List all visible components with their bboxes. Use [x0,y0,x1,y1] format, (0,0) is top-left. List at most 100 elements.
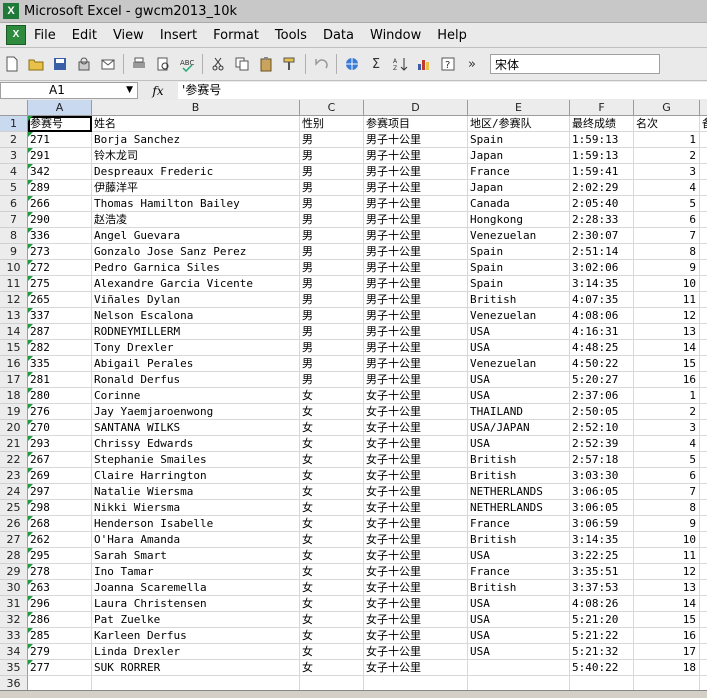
cell[interactable]: 男 [300,244,364,260]
menu-data[interactable]: Data [315,28,362,43]
cell[interactable]: USA [468,372,570,388]
cell[interactable]: 289 [28,180,92,196]
save-icon[interactable] [50,54,70,74]
cell[interactable]: 2:05:40 [570,196,634,212]
cell[interactable]: 8 [634,500,700,516]
row-header[interactable]: 29 [0,564,28,580]
cell[interactable] [700,292,707,308]
cell[interactable]: 男 [300,292,364,308]
cell[interactable]: 女 [300,612,364,628]
menu-view[interactable]: View [105,28,152,43]
cell[interactable]: USA [468,436,570,452]
cell[interactable]: 270 [28,420,92,436]
open-folder-icon[interactable] [26,54,46,74]
cell[interactable]: 287 [28,324,92,340]
cell[interactable] [700,612,707,628]
cell[interactable]: SANTANA WILKS [92,420,300,436]
cell[interactable]: 男子十公里 [364,132,468,148]
cell[interactable]: 女 [300,484,364,500]
cell[interactable]: 女子十公里 [364,516,468,532]
cell[interactable]: 15 [634,356,700,372]
cell[interactable]: 12 [634,308,700,324]
toolbar-overflow-button[interactable]: » [462,54,482,74]
cell[interactable]: British [468,532,570,548]
cell[interactable]: 男 [300,196,364,212]
format-painter-icon[interactable] [280,54,300,74]
row-header[interactable]: 16 [0,356,28,372]
column-header[interactable]: A [28,100,92,116]
cell[interactable]: 3:06:05 [570,484,634,500]
cell[interactable]: 地区/参赛队 [468,116,570,132]
insert-function-icon[interactable]: fx [138,84,178,98]
cell[interactable]: 3 [634,420,700,436]
cell[interactable]: Alexandre Garcia Vicente [92,276,300,292]
cell[interactable]: 5:21:32 [570,644,634,660]
cell[interactable]: 男 [300,180,364,196]
cell[interactable]: 297 [28,484,92,500]
cell[interactable]: 男子十公里 [364,340,468,356]
cell[interactable]: 4:16:31 [570,324,634,340]
cell[interactable]: O'Hara Amanda [92,532,300,548]
cell[interactable]: 2:02:29 [570,180,634,196]
cell[interactable]: Claire Harrington [92,468,300,484]
cell[interactable]: Linda Drexler [92,644,300,660]
cell[interactable]: Despreaux Frederic [92,164,300,180]
cell[interactable]: 9 [634,260,700,276]
column-header[interactable]: G [634,100,700,116]
cell[interactable]: British [468,292,570,308]
cell[interactable]: 9 [634,516,700,532]
cell[interactable]: 女子十公里 [364,564,468,580]
cell[interactable]: 335 [28,356,92,372]
row-header[interactable]: 26 [0,516,28,532]
row-header[interactable]: 15 [0,340,28,356]
cell[interactable]: 2:50:05 [570,404,634,420]
cell[interactable]: 男 [300,164,364,180]
cell[interactable]: 293 [28,436,92,452]
cell[interactable]: 1 [634,132,700,148]
cell[interactable]: 342 [28,164,92,180]
cell[interactable]: British [468,452,570,468]
cell[interactable]: 276 [28,404,92,420]
cell[interactable]: USA [468,644,570,660]
cell[interactable]: 女 [300,532,364,548]
cell[interactable]: Pat Zuelke [92,612,300,628]
cell[interactable]: 272 [28,260,92,276]
menu-format[interactable]: Format [205,28,267,43]
cell[interactable]: Gonzalo Jose Sanz Perez [92,244,300,260]
row-header[interactable]: 33 [0,628,28,644]
row-header[interactable]: 31 [0,596,28,612]
cell[interactable]: 10 [634,276,700,292]
row-header[interactable]: 13 [0,308,28,324]
cell[interactable]: 男 [300,228,364,244]
cell[interactable]: Joanna Scaremella [92,580,300,596]
cell[interactable]: 男子十公里 [364,356,468,372]
cell[interactable]: 姓名 [92,116,300,132]
cell[interactable]: NETHERLANDS [468,500,570,516]
cell[interactable]: 4:08:06 [570,308,634,324]
cell[interactable]: 1:59:13 [570,148,634,164]
cell[interactable]: NETHERLANDS [468,484,570,500]
cell[interactable]: 290 [28,212,92,228]
cell[interactable]: Venezuelan [468,356,570,372]
cell[interactable]: France [468,516,570,532]
cell[interactable] [700,308,707,324]
cell[interactable]: 262 [28,532,92,548]
cell[interactable]: 3:06:05 [570,500,634,516]
row-header[interactable]: 18 [0,388,28,404]
cell[interactable]: SUK RORRER [92,660,300,676]
cell[interactable]: 男子十公里 [364,372,468,388]
cell[interactable]: Hongkong [468,212,570,228]
cell[interactable]: 伊藤洋平 [92,180,300,196]
row-header[interactable]: 14 [0,324,28,340]
cell[interactable]: 17 [634,644,700,660]
cell[interactable] [700,228,707,244]
cell[interactable]: 名次 [634,116,700,132]
menu-tools[interactable]: Tools [267,28,315,43]
cell[interactable]: Abigail Perales [92,356,300,372]
cell[interactable]: 女子十公里 [364,644,468,660]
row-header[interactable]: 4 [0,164,28,180]
cell[interactable]: 女 [300,548,364,564]
row-header[interactable]: 9 [0,244,28,260]
cell[interactable]: 3:35:51 [570,564,634,580]
cell[interactable]: USA/JAPAN [468,420,570,436]
